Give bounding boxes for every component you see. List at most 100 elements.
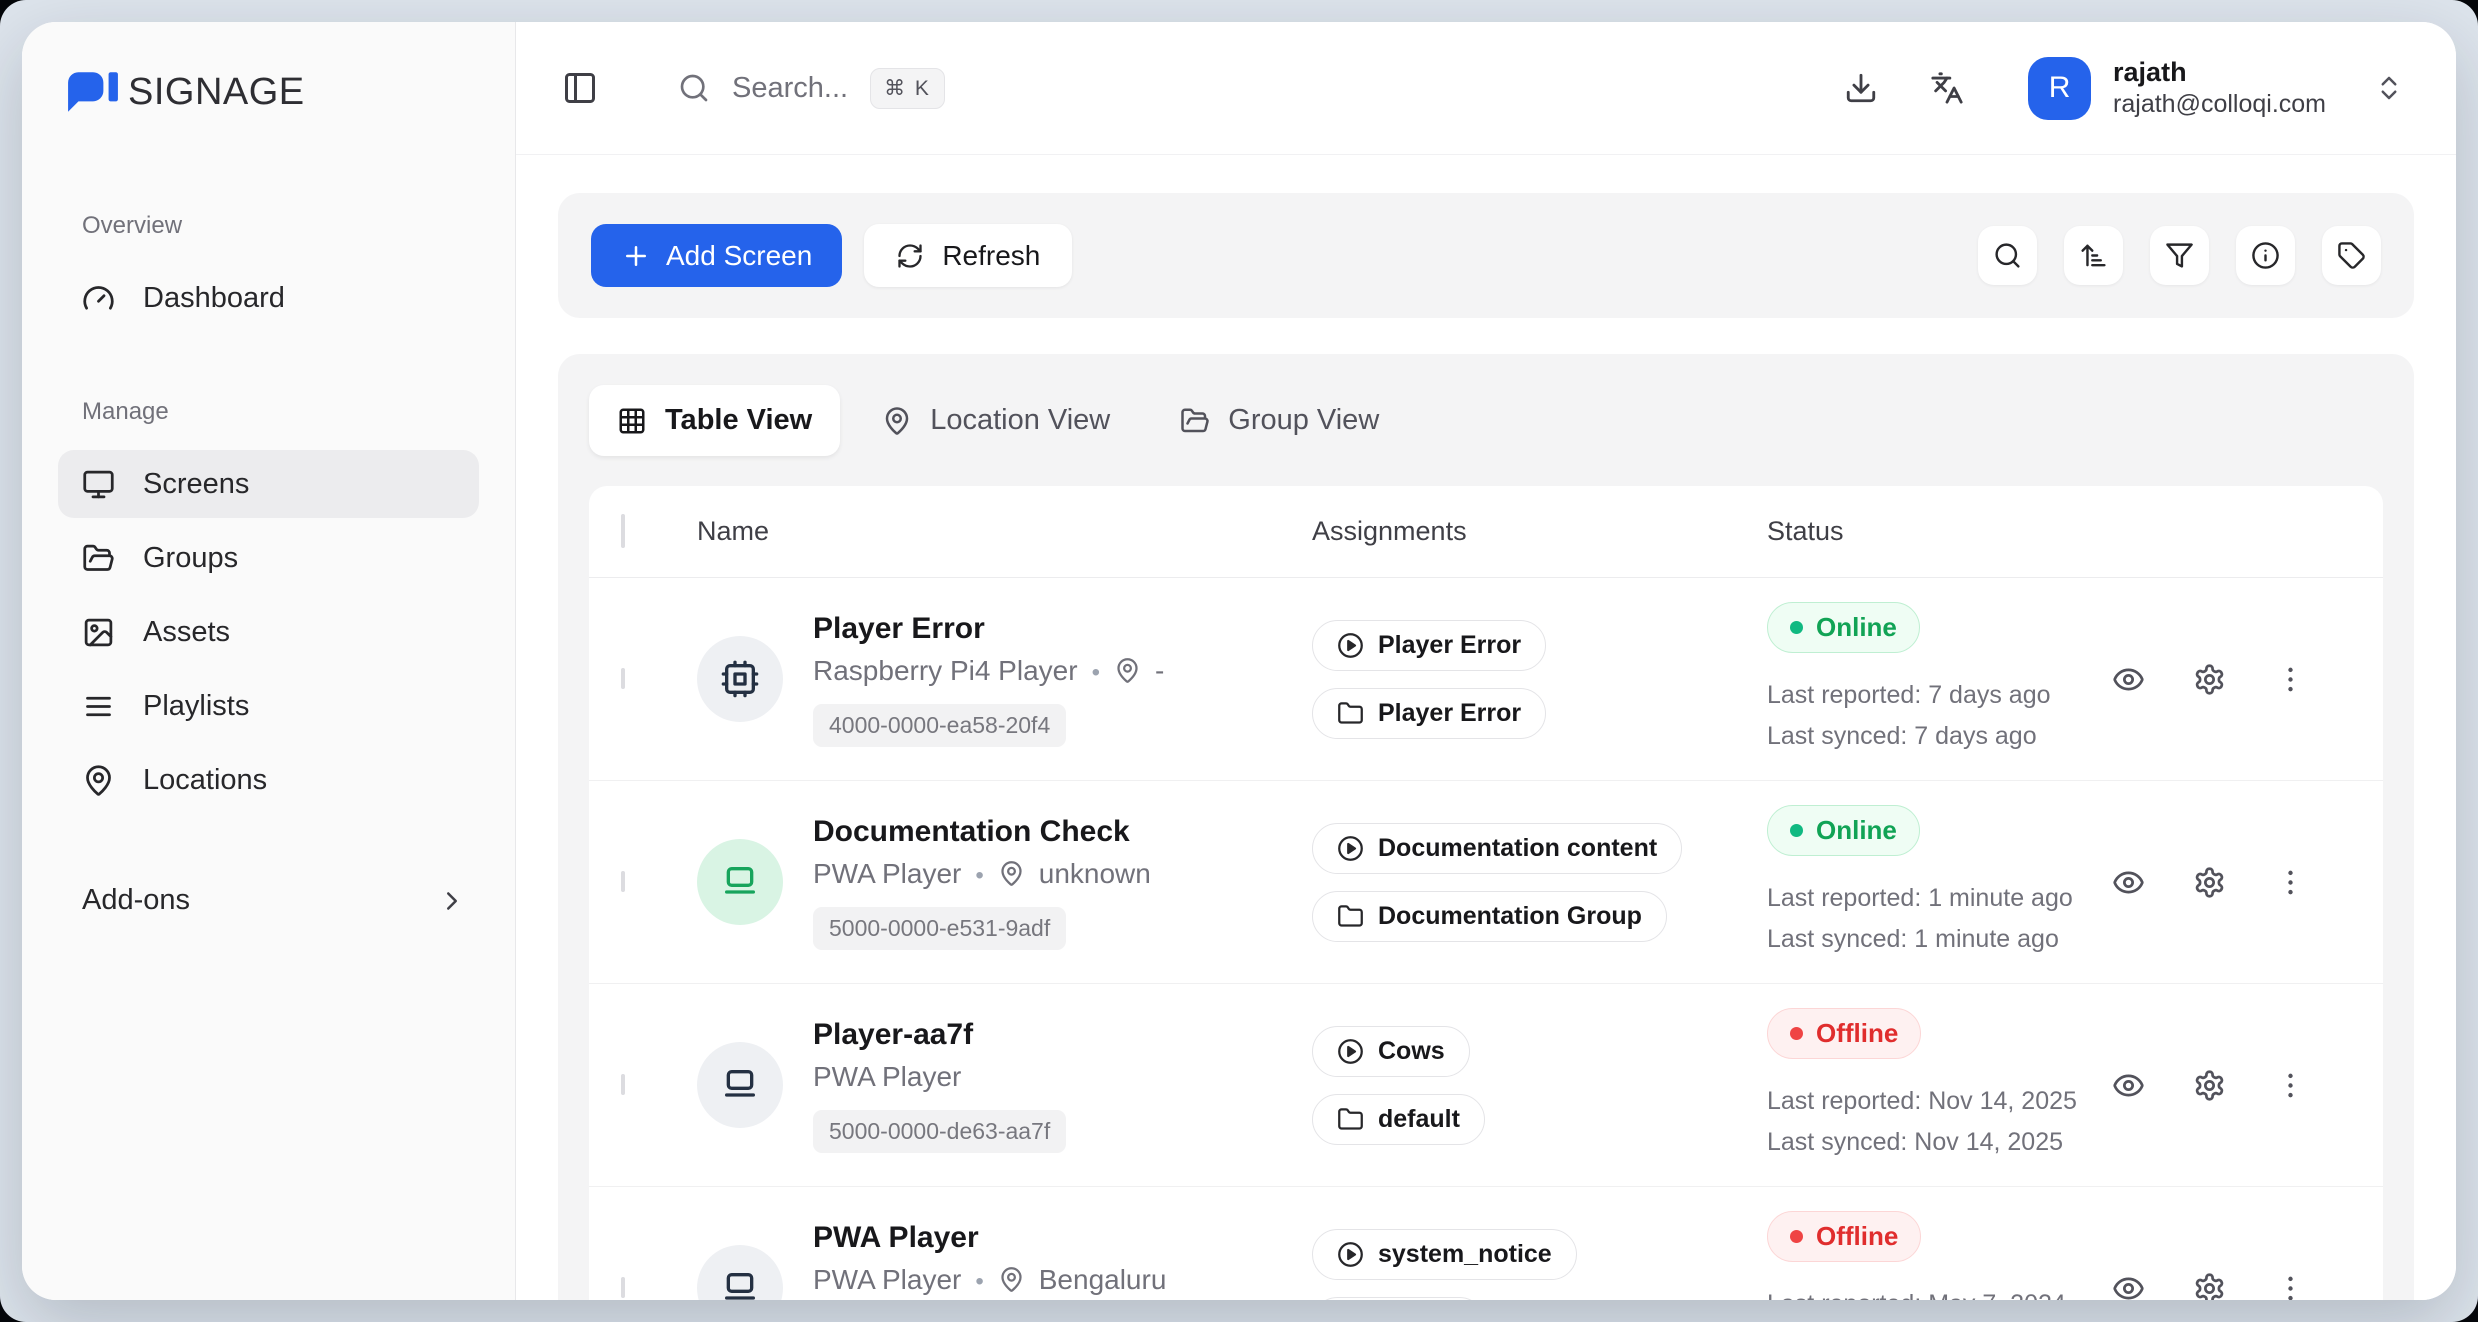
- sidebar-item-assets[interactable]: Assets: [58, 598, 479, 666]
- sidebar-item-screens[interactable]: Screens: [58, 450, 479, 518]
- list-icon: [82, 690, 115, 723]
- table-row: PWA Player PWA Player Bengaluru 5000-000…: [589, 1187, 2383, 1300]
- column-header-status: Status: [1767, 516, 2151, 547]
- more-actions-button[interactable]: [2274, 866, 2307, 899]
- settings-button[interactable]: [2193, 866, 2226, 899]
- settings-button[interactable]: [2193, 1272, 2226, 1301]
- eye-icon: [2112, 1069, 2145, 1102]
- row-checkbox[interactable]: [621, 1074, 625, 1095]
- filter-button[interactable]: [2150, 226, 2209, 285]
- screen-name: Player-aa7f: [813, 1018, 1066, 1052]
- refresh-button[interactable]: Refresh: [864, 224, 1072, 287]
- preview-button[interactable]: [2112, 866, 2145, 899]
- sidebar-item-addons[interactable]: Add-ons: [58, 884, 479, 917]
- user-info: rajath rajath@colloqi.com: [2113, 56, 2326, 121]
- screens-panel: Table View Location View Group View: [558, 354, 2414, 1300]
- sidebar-item-groups[interactable]: Groups: [58, 524, 479, 592]
- settings-button[interactable]: [2193, 663, 2226, 696]
- tab-table-view[interactable]: Table View: [589, 385, 840, 456]
- group-pill[interactable]: Documentation Group: [1312, 891, 1667, 942]
- kebab-menu-icon: [2274, 1069, 2307, 1102]
- preview-button[interactable]: [2112, 663, 2145, 696]
- more-actions-button[interactable]: [2274, 663, 2307, 696]
- screen-name: Documentation Check: [813, 815, 1151, 849]
- sidebar-toggle-button[interactable]: [562, 70, 598, 106]
- row-checkbox[interactable]: [621, 871, 625, 892]
- status-details: Last reported: Nov 14, 2025 Last synced:…: [1767, 1081, 2151, 1162]
- column-header-name: Name: [697, 516, 1312, 547]
- download-button[interactable]: [1844, 71, 1878, 105]
- user-menu[interactable]: R rajath rajath@colloqi.com: [2028, 56, 2404, 121]
- table-search-button[interactable]: [1978, 226, 2037, 285]
- row-checkbox[interactable]: [621, 668, 625, 689]
- sidebar-item-playlists[interactable]: Playlists: [58, 672, 479, 740]
- plus-icon: [621, 241, 651, 271]
- row-checkbox[interactable]: [621, 1277, 625, 1298]
- group-pill[interactable]: Player Error: [1312, 688, 1546, 739]
- kebab-menu-icon: [2274, 866, 2307, 899]
- table-icon: [617, 406, 647, 436]
- panel-left-icon: [562, 70, 598, 106]
- topbar-right: R rajath rajath@colloqi.com: [1844, 56, 2404, 121]
- screen-id-badge: 5000-0000-de63-aa7f: [813, 1110, 1066, 1153]
- select-all-checkbox[interactable]: [621, 514, 625, 548]
- laptop-icon: [720, 862, 760, 902]
- info-icon: [2251, 241, 2280, 270]
- playlist-pill[interactable]: Cows: [1312, 1026, 1470, 1077]
- screen-name: Player Error: [813, 612, 1164, 646]
- search-input[interactable]: Search... ⌘ K: [678, 68, 945, 109]
- status-details: Last reported: 7 days ago Last synced: 7…: [1767, 675, 2151, 756]
- map-pin-icon: [998, 1266, 1025, 1293]
- addons-label: Add-ons: [82, 884, 190, 917]
- brand-name: SIGNAGE: [128, 71, 305, 114]
- more-actions-button[interactable]: [2274, 1069, 2307, 1102]
- sidebar-item-dashboard[interactable]: Dashboard: [58, 264, 479, 332]
- tab-group-view[interactable]: Group View: [1152, 385, 1407, 456]
- play-circle-icon: [1337, 632, 1364, 659]
- screen-subtitle: Raspberry Pi4 Player -: [813, 655, 1164, 687]
- content: Add Screen Refresh: [516, 155, 2456, 1300]
- toolbar-icon-group: [1978, 226, 2381, 285]
- status-badge: Online: [1767, 602, 1920, 653]
- cpu-icon: [720, 659, 760, 699]
- search-icon: [1993, 241, 2022, 270]
- status-details: Last reported: 1 minute ago Last synced:…: [1767, 878, 2151, 959]
- playlist-pill[interactable]: Documentation content: [1312, 823, 1682, 874]
- tag-button[interactable]: [2322, 226, 2381, 285]
- status-badge: Online: [1767, 805, 1920, 856]
- playlist-pill[interactable]: Player Error: [1312, 620, 1546, 671]
- language-button[interactable]: [1930, 71, 1964, 105]
- topbar: Search... ⌘ K R rajath rajath@colloqi.co…: [516, 22, 2456, 155]
- sidebar-item-label: Locations: [143, 764, 267, 797]
- search-icon: [678, 72, 710, 104]
- sidebar-section-overview: Overview: [58, 212, 479, 240]
- eye-icon: [2112, 663, 2145, 696]
- chevron-right-icon: [437, 886, 467, 916]
- gear-icon: [2193, 663, 2226, 696]
- sidebar-section-manage: Manage: [58, 398, 479, 426]
- group-pill[interactable]: default: [1312, 1094, 1485, 1145]
- app-window: SIGNAGE Overview Dashboard Manage Screen…: [22, 22, 2456, 1300]
- eye-icon: [2112, 866, 2145, 899]
- screens-table: Name Assignments Status P: [589, 486, 2383, 1300]
- folder-open-icon: [1180, 406, 1210, 436]
- pisignage-logo: SIGNAGE: [58, 70, 479, 114]
- folder-icon: [1337, 700, 1364, 727]
- status-badge: Offline: [1767, 1211, 1921, 1262]
- settings-button[interactable]: [2193, 1069, 2226, 1102]
- screen-id-badge: 5000-0000-e531-9adf: [813, 907, 1066, 950]
- preview-button[interactable]: [2112, 1069, 2145, 1102]
- sort-button[interactable]: [2064, 226, 2123, 285]
- pisignage-logo-icon: [66, 70, 120, 114]
- add-screen-button[interactable]: Add Screen: [591, 224, 842, 287]
- group-pill[interactable]: default: [1312, 1297, 1485, 1301]
- preview-button[interactable]: [2112, 1272, 2145, 1301]
- more-actions-button[interactable]: [2274, 1272, 2307, 1301]
- playlist-pill[interactable]: system_notice: [1312, 1229, 1577, 1280]
- tab-location-view[interactable]: Location View: [854, 385, 1138, 456]
- screen-subtitle: PWA Player Bengaluru: [813, 1264, 1166, 1296]
- sidebar-item-locations[interactable]: Locations: [58, 746, 479, 814]
- screen-subtitle: PWA Player unknown: [813, 858, 1151, 890]
- info-button[interactable]: [2236, 226, 2295, 285]
- laptop-icon: [720, 1065, 760, 1105]
